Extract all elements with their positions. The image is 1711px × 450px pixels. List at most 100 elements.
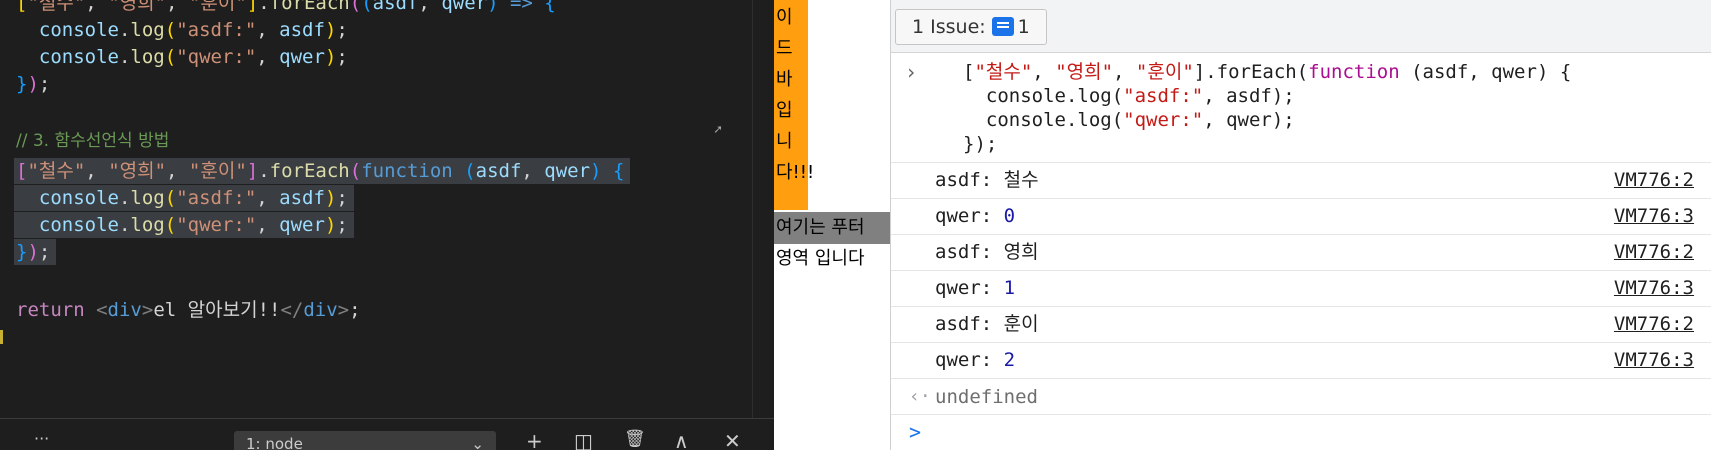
code-line-3[interactable]: console.log("qwer:", qwer); (16, 44, 348, 70)
token: "qwer:" (1123, 109, 1204, 131)
console-prompt[interactable]: > (891, 414, 1711, 450)
token: "asdf:" (176, 187, 257, 209)
expand-chevron-icon[interactable]: › (905, 60, 917, 84)
input-code-line: console.log("asdf:", asdf); (963, 85, 1295, 107)
log-label: qwer: (935, 349, 1004, 371)
token: > (141, 299, 154, 321)
code-editor[interactable]: ["철수", "영희", "훈이"].forEach((asdf, qwer) … (0, 0, 774, 450)
token: function (1308, 61, 1400, 83)
token: ( (164, 19, 177, 41)
token: console (38, 19, 119, 41)
token: , (85, 0, 109, 14)
footer-text: 영역 입니다 (776, 248, 865, 269)
token: ( (164, 214, 177, 236)
token: . (118, 187, 131, 209)
token: "훈이" (1135, 61, 1194, 83)
log-value: 철수 (1003, 169, 1039, 191)
token: . (258, 160, 270, 182)
more-actions-icon[interactable]: ··· (34, 429, 49, 448)
code-line-1[interactable]: ["철수", "영희", "훈이"].forEach((asdf, qwer) … (16, 0, 556, 16)
close-icon[interactable]: ✕ (724, 429, 741, 450)
token: log (130, 19, 165, 41)
terminal-toolbar: ··· 1: node ⌄ + ◫ 🗑 ∧ ✕ (0, 418, 774, 450)
token: el 알아보기!! (153, 299, 281, 321)
log-source-link[interactable]: VM776:3 (1614, 343, 1694, 378)
token: ) (590, 160, 602, 182)
log-value: 훈이 (1003, 313, 1039, 335)
token: ) (324, 19, 337, 41)
token: div (303, 299, 338, 321)
code-line-selected-4[interactable]: }); (14, 239, 57, 265)
token: console (38, 46, 119, 68)
token: . (118, 46, 131, 68)
editor-scrollbar-gutter (752, 0, 753, 418)
log-source-link[interactable]: VM776:3 (1614, 271, 1694, 306)
page-preview: 이 드 바 입 니 다!!! 여기는 푸터 영역 입니다 (774, 0, 890, 450)
token: , (85, 160, 109, 182)
sidebar-text: 다!!! (776, 162, 815, 183)
token: } (16, 241, 28, 263)
code-comment[interactable]: // 3. 함수선언식 방법 (16, 128, 169, 154)
issues-label: 1 Issue: (912, 16, 986, 38)
log-label: qwer: (935, 277, 1004, 299)
token: return (16, 299, 85, 321)
log-value: 2 (1003, 349, 1016, 371)
token: ) (27, 73, 39, 95)
log-source-link[interactable]: VM776:2 (1614, 235, 1694, 270)
console-log-row: asdf: 영희 VM776:2 (891, 235, 1711, 271)
input-code-line: console.log("qwer:", qwer); (963, 109, 1295, 131)
code-line-selected-2[interactable]: console.log("asdf:", asdf); (14, 185, 354, 211)
console-result-row: ‹· undefined (891, 380, 1711, 415)
message-icon (991, 17, 1014, 36)
log-source-link[interactable]: VM776:3 (1614, 199, 1694, 234)
token: ; (336, 214, 348, 236)
console-input-entry[interactable]: › ["철수", "영희", "훈이"].forEach(function (a… (891, 56, 1711, 163)
token: ( (349, 0, 362, 14)
token: asdf (279, 19, 325, 41)
log-message: asdf: 훈이 (935, 307, 1039, 342)
code-line-2[interactable]: console.log("asdf:", asdf); (16, 17, 348, 43)
token: function (361, 160, 453, 182)
code-line-return[interactable]: return <div>el 알아보기!!</div>; (16, 297, 361, 323)
code-line-selected-3[interactable]: console.log("qwer:", qwer); (14, 212, 354, 238)
token: < (96, 299, 108, 321)
code-line-4[interactable]: }); (16, 71, 50, 97)
add-terminal-icon[interactable]: + (526, 429, 543, 450)
log-value: 1 (1003, 277, 1016, 299)
issues-button[interactable]: 1 Issue: 1 (895, 9, 1047, 45)
console-log-row: qwer: 2 VM776:3 (891, 343, 1711, 379)
token: . (258, 0, 270, 14)
log-value: 영희 (1003, 241, 1039, 263)
log-message: asdf: 철수 (935, 163, 1039, 198)
token: ( (361, 0, 373, 14)
code-line-selected-1[interactable]: ["철수", "영희", "훈이"].forEach(function (asd… (14, 158, 631, 184)
token: ( (164, 187, 177, 209)
token: , (521, 160, 545, 182)
log-source-link[interactable]: VM776:2 (1614, 307, 1694, 342)
console-log-row: asdf: 훈이 VM776:2 (891, 307, 1711, 343)
terminal-select[interactable]: 1: node ⌄ (234, 431, 496, 450)
chevron-up-icon[interactable]: ∧ (674, 429, 689, 450)
token: qwer (279, 214, 325, 236)
token: , (256, 187, 280, 209)
result-value: undefined (935, 386, 1038, 408)
log-source-link[interactable]: VM776:2 (1614, 163, 1694, 198)
token: "asdf:" (176, 19, 257, 41)
token: "영희" (1055, 61, 1114, 83)
token: "asdf:" (1123, 85, 1204, 107)
log-label: asdf: (935, 313, 1004, 335)
token: "qwer:" (176, 214, 257, 236)
footer-area: 여기는 푸터 (774, 212, 890, 244)
trash-icon[interactable]: 🗑 (624, 429, 646, 449)
token: div (107, 299, 142, 321)
chevron-down-icon: ⌄ (471, 435, 484, 450)
token: forEach (269, 0, 350, 14)
sidebar-text: 드 (776, 38, 793, 59)
token: ) (324, 214, 337, 236)
split-terminal-icon[interactable]: ◫ (574, 429, 593, 450)
